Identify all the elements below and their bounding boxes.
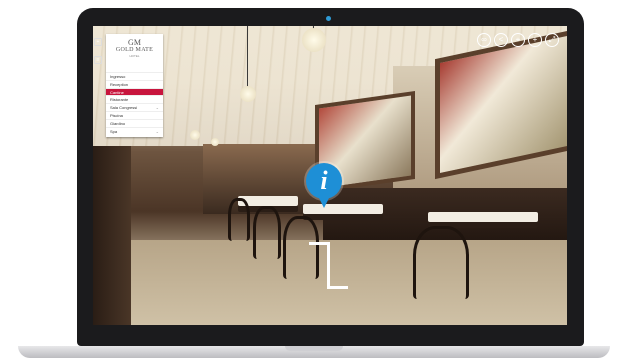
- scene-item-label: Sala Congressi: [110, 105, 138, 111]
- scene-item-label: Ristorante: [110, 97, 129, 103]
- scene-item-label: Spa: [110, 128, 118, 134]
- logo-name: GOLD MATE: [115, 47, 154, 53]
- lamp: [302, 28, 326, 52]
- scene-item-label: Piscina: [110, 112, 123, 118]
- scene-item-label: Cantine: [110, 89, 124, 95]
- info-icon: i: [320, 166, 328, 195]
- scene-item-sala-congressi[interactable]: Sala Congressi ⌄: [106, 103, 163, 111]
- scene-item-cantine[interactable]: Cantine: [106, 87, 163, 96]
- share-icon[interactable]: <: [494, 33, 508, 47]
- hotel-logo: GM GOLD MATE HOTEL: [106, 34, 163, 69]
- webcam: [326, 16, 331, 21]
- logo-mark: GM: [128, 38, 141, 47]
- expand-icon[interactable]: +: [94, 38, 102, 46]
- menu-toggle-icon[interactable]: ≡: [94, 56, 102, 64]
- lamp: [211, 138, 219, 146]
- top-toolbar: ∞ < ⌖ + ⤢: [477, 33, 559, 47]
- lamp: [240, 86, 256, 102]
- chair: [413, 226, 469, 299]
- table: [303, 204, 383, 214]
- scene-item-label: Reception: [110, 81, 129, 87]
- fullscreen-icon[interactable]: ⤢: [545, 33, 559, 47]
- lamp: [190, 130, 200, 140]
- navigation-arrow-icon[interactable]: [309, 242, 349, 289]
- table: [428, 212, 538, 222]
- lamp-cord: [247, 26, 248, 88]
- scene-item-ristorante[interactable]: Ristorante: [106, 95, 163, 103]
- scene-item-label: Giardino: [110, 120, 126, 126]
- vr-icon[interactable]: ∞: [477, 33, 491, 47]
- info-hotspot[interactable]: i: [306, 163, 342, 208]
- scene-list: Ingresso Reception Cantine Ristorante Sa…: [106, 72, 163, 134]
- scene-item-giardino[interactable]: Giardino: [106, 118, 163, 127]
- laptop-notch: [285, 346, 343, 351]
- scene-item-reception[interactable]: Reception: [106, 79, 163, 88]
- scene-item-spa[interactable]: Spa ⌄: [106, 126, 163, 135]
- chevron-down-icon: ⌄: [155, 128, 159, 134]
- left-toolbar: + ≡: [94, 38, 102, 74]
- scene-menu: GM GOLD MATE HOTEL Ingresso Reception Ca…: [106, 34, 163, 137]
- zoom-in-icon[interactable]: +: [528, 33, 542, 47]
- scene-item-ingresso[interactable]: Ingresso: [106, 72, 163, 80]
- logo-subtitle: HOTEL: [129, 54, 140, 58]
- scene-item-label: Ingresso: [110, 74, 126, 79]
- chair: [228, 198, 250, 241]
- tour-viewport[interactable]: + ≡ GM GOLD MATE HOTEL Ingresso Receptio…: [93, 26, 567, 325]
- panorama-pillar: [93, 146, 131, 325]
- location-icon[interactable]: ⌖: [511, 33, 525, 47]
- arrow-stroke: [327, 264, 348, 289]
- chair: [253, 206, 281, 259]
- scene-item-piscina[interactable]: Piscina: [106, 110, 163, 119]
